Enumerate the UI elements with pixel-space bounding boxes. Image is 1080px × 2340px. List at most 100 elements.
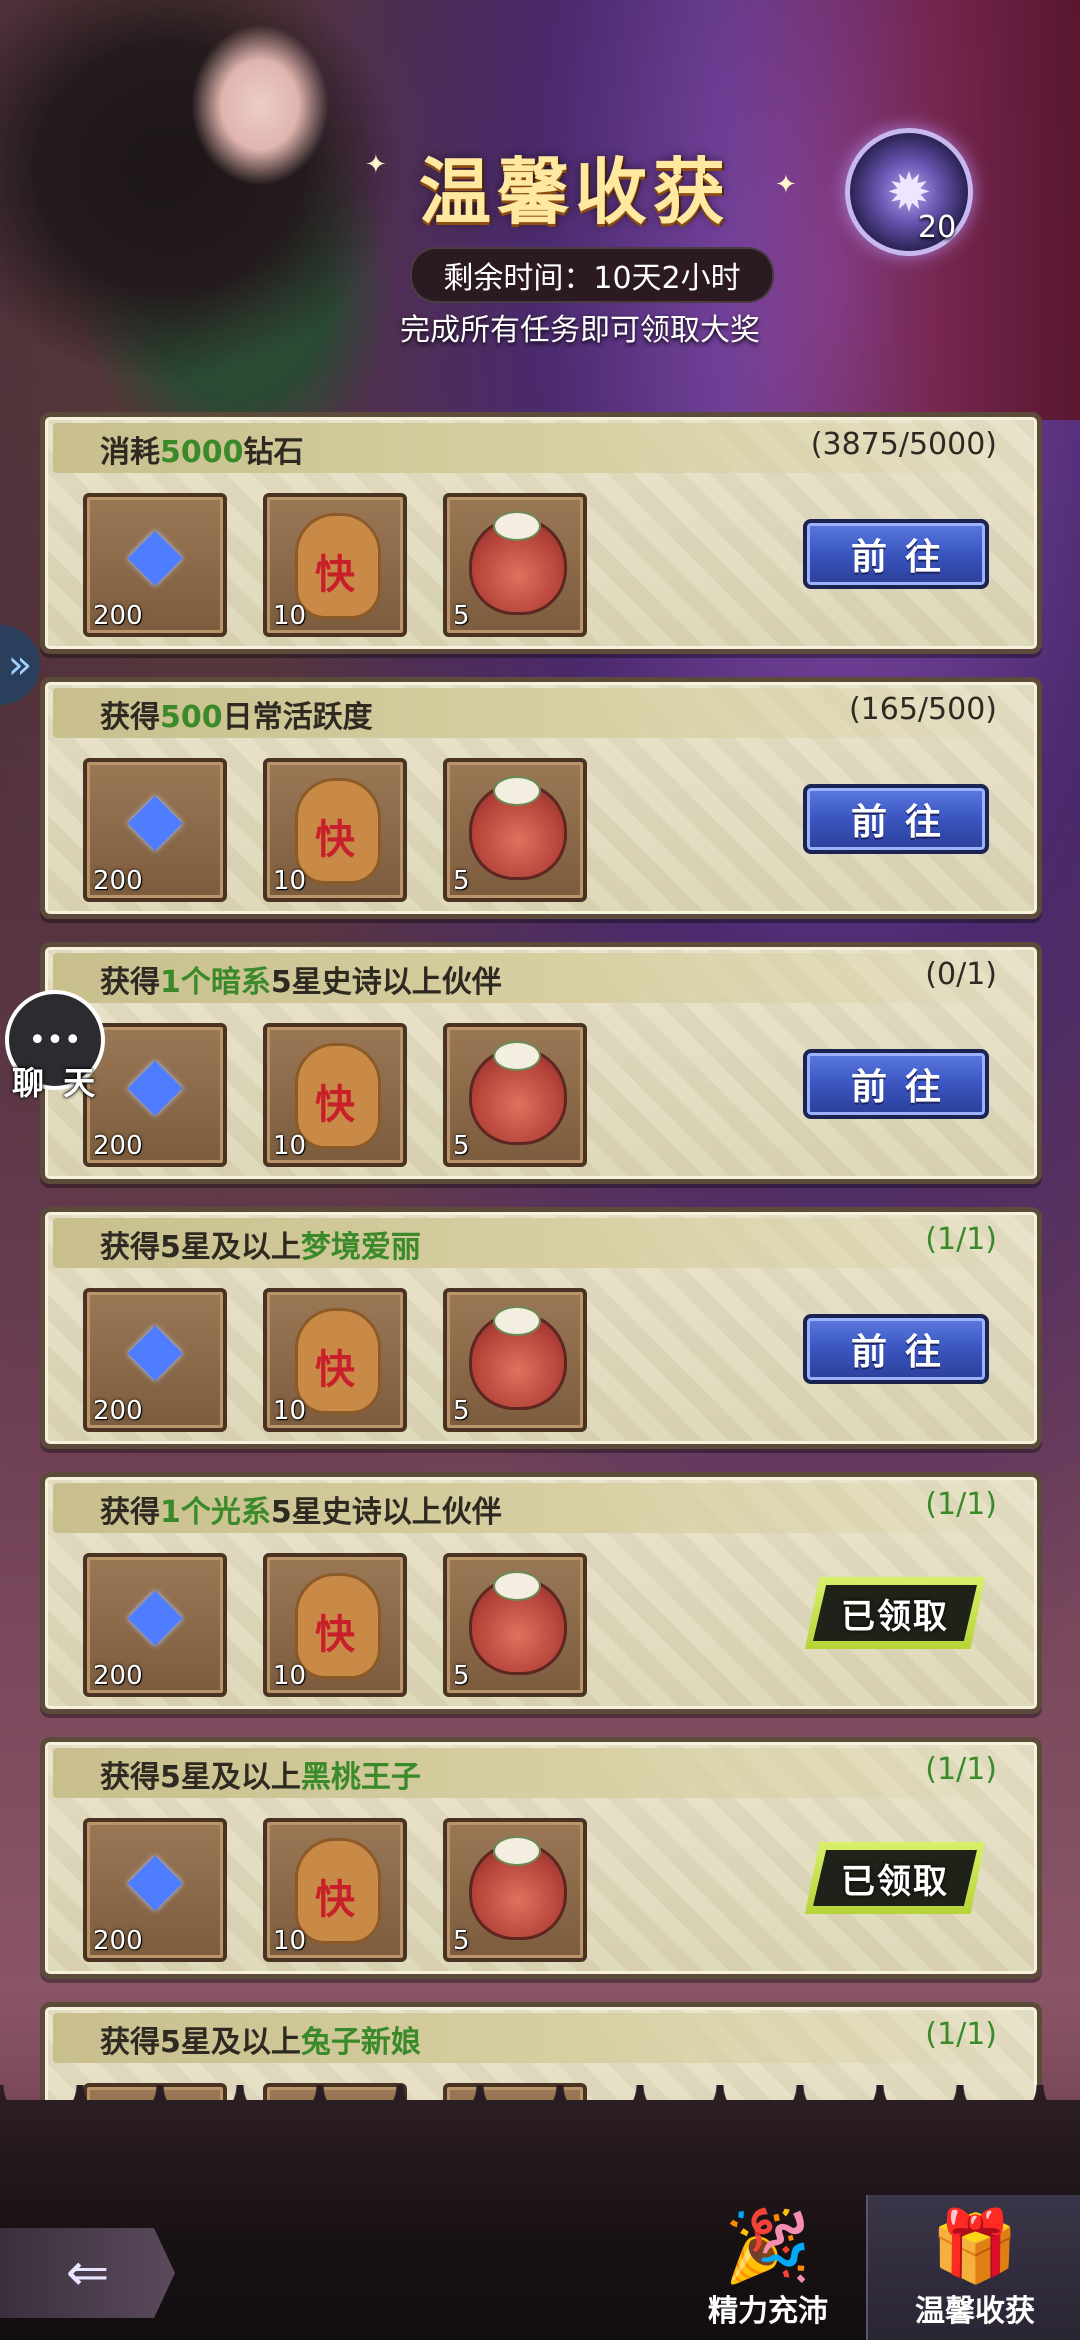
bow-icon xyxy=(493,1041,541,1071)
task-title: 获得500日常活跃度 xyxy=(100,692,373,736)
task-title: 获得5星及以上梦境爱丽 xyxy=(100,1222,421,1266)
reward-slot[interactable]: 5 xyxy=(443,1023,587,1167)
reward-slot[interactable]: ◆ 200 xyxy=(83,1818,227,1962)
reward-quantity: 5 xyxy=(453,1926,470,1956)
chat-label: 聊 天 xyxy=(12,1064,100,1102)
diamond-icon: ◆ xyxy=(127,775,183,859)
tab-cozy-harvest[interactable]: 🎁 温馨收获 xyxy=(866,2195,1080,2340)
back-arrow-icon: ⇐ xyxy=(65,2243,110,2303)
reward-slot[interactable]: 5 xyxy=(443,1288,587,1432)
reward-slot[interactable]: ◆ 200 xyxy=(83,1553,227,1697)
reward-quantity: 200 xyxy=(93,1661,143,1691)
reward-quantity: 200 xyxy=(93,601,143,631)
speech-bubble-icon: ••• xyxy=(28,1022,82,1058)
reward-quantity: 10 xyxy=(273,1926,307,1956)
claimed-badge: 已领取 xyxy=(805,1577,985,1649)
cookie-label: 快 xyxy=(315,552,355,598)
task-card: 获得1个暗系5星史诗以上伙伴 (0/1) ◆ 200 快 10 5 前往 xyxy=(40,942,1042,1184)
diamond-icon: ◆ xyxy=(127,1040,183,1124)
task-title: 获得5星及以上兔子新娘 xyxy=(100,2017,421,2061)
task-progress: (1/1) xyxy=(925,1487,997,1522)
reward-slot[interactable]: 快 10 xyxy=(263,1023,407,1167)
bow-icon xyxy=(493,776,541,806)
reward-quantity: 200 xyxy=(93,1131,143,1161)
task-title-suffix: 日常活跃度 xyxy=(222,700,373,735)
bow-icon xyxy=(493,1571,541,1601)
task-card: 消耗5000钻石 (3875/5000) ◆ 200 快 10 5 前往 xyxy=(40,412,1042,654)
reward-quantity: 5 xyxy=(453,601,470,631)
reward-slot[interactable]: 快 10 xyxy=(263,1818,407,1962)
goto-button[interactable]: 前往 xyxy=(803,1049,989,1119)
gift-box-icon: 🎁 xyxy=(931,2205,1019,2287)
reward-slot[interactable]: 快 10 xyxy=(263,758,407,902)
claimed-badge: 已领取 xyxy=(805,1842,985,1914)
reward-quantity: 10 xyxy=(273,866,307,896)
tab-label: 精力充沛 xyxy=(708,2294,828,2329)
cookie-label: 快 xyxy=(315,1082,355,1128)
reward-slot[interactable]: 5 xyxy=(443,1553,587,1697)
task-list[interactable]: 消耗5000钻石 (3875/5000) ◆ 200 快 10 5 前往 获得500日常活跃度(… xyxy=(0,0,1080,2150)
reward-quantity: 10 xyxy=(273,1131,307,1161)
reward-slot[interactable]: 5 xyxy=(443,758,587,902)
task-title-prefix: 获得 xyxy=(100,965,160,1000)
task-title-prefix: 获得 xyxy=(100,1495,160,1530)
reward-quantity: 10 xyxy=(273,1661,307,1691)
party-popper-icon: 🎉 xyxy=(724,2205,812,2287)
reward-slot[interactable]: 5 xyxy=(443,1818,587,1962)
reward-slot[interactable]: ◆ 200 xyxy=(83,758,227,902)
goto-button[interactable]: 前往 xyxy=(803,784,989,854)
cookie-label: 快 xyxy=(315,1612,355,1658)
goto-button[interactable]: 前往 xyxy=(803,519,989,589)
diamond-icon: ◆ xyxy=(127,510,183,594)
task-progress: (0/1) xyxy=(925,957,997,992)
task-title-highlight: 梦境爱丽 xyxy=(300,1230,421,1265)
claimed-label: 已领取 xyxy=(813,1585,977,1641)
bow-icon xyxy=(493,1836,541,1866)
reward-slot[interactable]: ◆ 200 xyxy=(83,1288,227,1432)
task-title-prefix: 获得5星及以上 xyxy=(100,1230,301,1265)
task-title-prefix: 获得5星及以上 xyxy=(100,1760,301,1795)
task-card: 获得1个光系5星史诗以上伙伴 (1/1) ◆ 200 快 10 5 已领取 xyxy=(40,1472,1042,1714)
task-title: 消耗5000钻石 xyxy=(100,427,304,471)
task-title-prefix: 消耗 xyxy=(100,435,160,470)
reward-quantity: 5 xyxy=(453,1396,470,1426)
tab-energy[interactable]: 🎉 精力充沛 xyxy=(680,2195,856,2340)
reward-slot[interactable]: 快 10 xyxy=(263,1553,407,1697)
task-title: 获得5星及以上黑桃王子 xyxy=(100,1752,421,1796)
task-title-highlight: 5000 xyxy=(160,435,244,470)
diamond-icon: ◆ xyxy=(127,1835,183,1919)
back-button[interactable]: ⇐ xyxy=(0,2228,175,2318)
task-progress: (1/1) xyxy=(925,1222,997,1257)
task-title: 获得1个光系5星史诗以上伙伴 xyxy=(100,1487,502,1531)
cookie-label: 快 xyxy=(315,817,355,863)
reward-quantity: 200 xyxy=(93,1396,143,1426)
reward-slot[interactable]: ◆ 200 xyxy=(83,493,227,637)
reward-quantity: 200 xyxy=(93,1926,143,1956)
task-title-suffix: 5星史诗以上伙伴 xyxy=(270,965,502,1000)
task-title-suffix: 钻石 xyxy=(243,435,304,470)
diamond-icon: ◆ xyxy=(127,1570,183,1654)
bow-icon xyxy=(493,511,541,541)
reward-slot[interactable]: 快 10 xyxy=(263,493,407,637)
task-progress: (1/1) xyxy=(925,2017,997,2052)
reward-quantity: 5 xyxy=(453,1131,470,1161)
cookie-label: 快 xyxy=(315,1877,355,1923)
goto-button[interactable]: 前往 xyxy=(803,1314,989,1384)
task-title: 获得1个暗系5星史诗以上伙伴 xyxy=(100,957,502,1001)
task-title-highlight: 1个暗系 xyxy=(160,965,271,1000)
cookie-label: 快 xyxy=(315,1347,355,1393)
reward-quantity: 5 xyxy=(453,1661,470,1691)
task-card: 获得500日常活跃度 (165/500) ◆ 200 快 10 5 前往 xyxy=(40,677,1042,919)
reward-quantity: 10 xyxy=(273,1396,307,1426)
claimed-label: 已领取 xyxy=(813,1850,977,1906)
task-progress: (165/500) xyxy=(848,692,997,727)
task-progress: (1/1) xyxy=(925,1752,997,1787)
task-title-suffix: 5星史诗以上伙伴 xyxy=(270,1495,502,1530)
task-card: 获得5星及以上黑桃王子 (1/1) ◆ 200 快 10 5 已领取 xyxy=(40,1737,1042,1979)
reward-slot[interactable]: 快 10 xyxy=(263,1288,407,1432)
reward-slot[interactable]: 5 xyxy=(443,493,587,637)
task-title-prefix: 获得 xyxy=(100,700,160,735)
task-title-prefix: 获得5星及以上 xyxy=(100,2025,301,2060)
task-card: 获得5星及以上梦境爱丽 (1/1) ◆ 200 快 10 5 前往 xyxy=(40,1207,1042,1449)
task-title-highlight: 1个光系 xyxy=(160,1495,271,1530)
